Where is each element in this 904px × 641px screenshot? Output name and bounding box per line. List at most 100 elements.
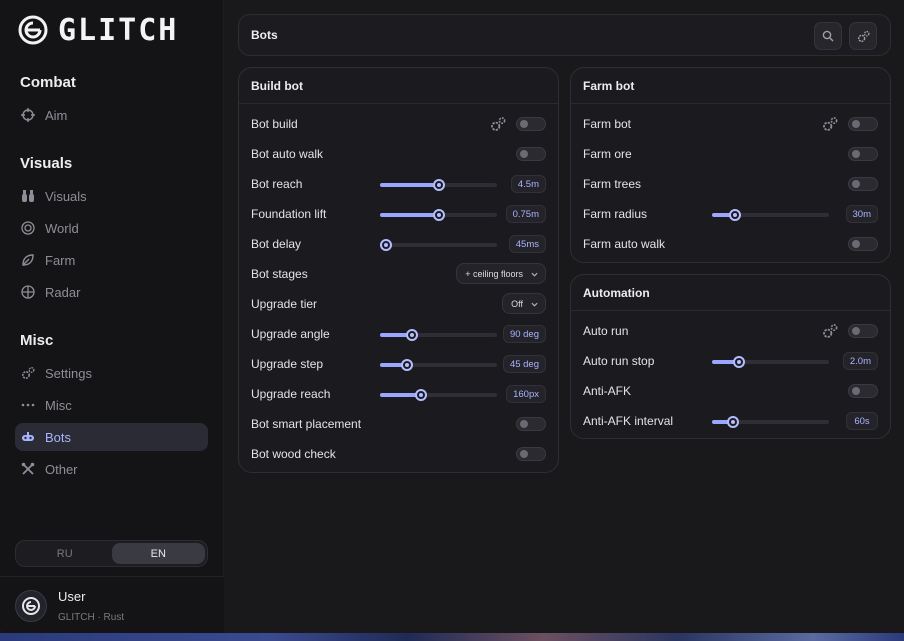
bot-reach-value[interactable]: 4.5m: [510, 175, 546, 193]
sidebar-item-other[interactable]: Other: [15, 455, 208, 483]
avatar[interactable]: [15, 590, 47, 622]
bot-smart-placement-toggle[interactable]: [516, 417, 546, 431]
settings-gear-icon[interactable]: [490, 116, 506, 132]
sidebar-item-radar[interactable]: Radar: [15, 278, 208, 306]
farm-ore-toggle[interactable]: [848, 147, 878, 161]
bot-auto-walk-toggle[interactable]: [516, 147, 546, 161]
anti-afk-interval-slider[interactable]: [712, 416, 829, 428]
setting-row-farm-ore: Farm ore: [583, 143, 878, 165]
slider-handle[interactable]: [414, 389, 427, 401]
gears-icon: [21, 366, 35, 380]
bot-build-toggle[interactable]: [516, 117, 546, 131]
chevron-down-icon: [531, 300, 538, 307]
sidebar-item-visuals[interactable]: Visuals: [15, 182, 208, 210]
radar-icon: [21, 285, 35, 299]
farm-radius-value[interactable]: 30m: [845, 205, 878, 223]
slider-handle[interactable]: [727, 416, 740, 428]
bot-delay-slider[interactable]: [379, 239, 497, 251]
settings-gear-icon[interactable]: [822, 116, 838, 132]
sidebar-item-label: World: [45, 220, 79, 236]
slider-handle[interactable]: [732, 356, 745, 368]
slider-handle[interactable]: [432, 179, 445, 191]
sidebar-item-label: Visuals: [45, 188, 87, 204]
setting-row-bot-wood-check: Bot wood check: [251, 443, 546, 465]
auto-run-toggle[interactable]: [848, 324, 878, 338]
setting-label: Bot reach: [251, 177, 303, 191]
bot-wood-check-toggle[interactable]: [516, 447, 546, 461]
bot-delay-value[interactable]: 45ms: [508, 235, 546, 253]
settings-button[interactable]: [849, 22, 877, 50]
binoculars-icon: [21, 189, 35, 203]
setting-row-anti-afk: Anti-AFK: [583, 380, 878, 402]
sidebar-item-farm[interactable]: Farm: [15, 246, 208, 274]
upgrade-step-value[interactable]: 45 deg: [502, 355, 546, 373]
setting-label: Auto run stop: [583, 354, 655, 368]
slider-handle[interactable]: [405, 329, 418, 341]
slider-handle[interactable]: [400, 359, 413, 371]
logo-icon: [22, 597, 40, 615]
upgrade-reach-value[interactable]: 160px: [506, 385, 546, 403]
sidebar-item-bots[interactable]: Bots: [15, 423, 208, 451]
sidebar-item-aim[interactable]: Aim: [15, 101, 208, 129]
setting-label: Upgrade angle: [251, 327, 330, 341]
user-subtitle: GLITCH · Rust: [58, 612, 125, 623]
upgrade-step-slider[interactable]: [380, 359, 497, 371]
bot-icon: [21, 430, 35, 444]
auto-run-stop-slider[interactable]: [712, 356, 829, 368]
sidebar-item-label: Aim: [45, 107, 68, 123]
setting-label: Auto run: [583, 324, 629, 338]
setting-label: Farm auto walk: [583, 237, 666, 251]
setting-label: Anti-AFK interval: [583, 414, 674, 428]
setting-label: Farm radius: [583, 207, 648, 221]
setting-label: Farm bot: [583, 117, 632, 131]
foundation-lift-slider[interactable]: [380, 209, 497, 221]
sidebar-item-misc[interactable]: Misc: [15, 391, 208, 419]
farm-bot-panel: Farm bot Farm bot Farm ore Farm trees Farm …: [570, 67, 891, 263]
setting-row-bot-stages: Bot stages + ceiling floors: [251, 263, 546, 285]
panel-title: Automation: [571, 275, 890, 311]
language-option-en[interactable]: EN: [111, 543, 205, 564]
farm-trees-toggle[interactable]: [848, 177, 878, 191]
sidebar-item-label: Bots: [45, 429, 72, 445]
setting-row-auto-run-stop: Auto run stop 2.0m: [583, 350, 878, 372]
setting-label: Bot wood check: [251, 447, 336, 461]
sidebar-item-label: Farm: [45, 252, 76, 268]
sidebar-item-label: Misc: [45, 397, 72, 413]
setting-label: Bot auto walk: [251, 147, 324, 161]
slider-fill: [380, 183, 439, 187]
slider-fill: [380, 213, 439, 217]
farm-bot-toggle[interactable]: [848, 117, 878, 131]
sidebar: GLITCH Combat Aim Visuals Visuals World: [0, 0, 224, 634]
logo: GLITCH: [18, 12, 179, 48]
auto-run-stop-value[interactable]: 2.0m: [842, 352, 878, 370]
upgrade-reach-slider[interactable]: [380, 389, 497, 401]
anti-afk-interval-value[interactable]: 60s: [846, 412, 878, 430]
bot-reach-slider[interactable]: [380, 179, 497, 191]
slider-handle[interactable]: [379, 239, 392, 251]
logo-icon: [18, 15, 48, 45]
sidebar-item-settings[interactable]: Settings: [15, 359, 208, 387]
setting-row-bot-delay: Bot delay 45ms: [251, 233, 546, 255]
chevron-down-icon: [531, 270, 538, 277]
setting-label: Bot build: [251, 117, 298, 131]
bot-stages-select[interactable]: + ceiling floors: [456, 263, 546, 284]
upgrade-tier-select[interactable]: Off: [502, 293, 546, 314]
automation-panel: Automation Auto run Auto run stop 2.0m Anti…: [570, 274, 891, 439]
farm-auto-walk-toggle[interactable]: [848, 237, 878, 251]
farm-radius-slider[interactable]: [712, 209, 829, 221]
globe-icon: [21, 221, 35, 235]
upgrade-angle-slider[interactable]: [380, 329, 497, 341]
foundation-lift-value[interactable]: 0.75m: [505, 205, 546, 223]
user-card: User GLITCH · Rust: [0, 576, 224, 634]
search-button[interactable]: [814, 22, 842, 50]
settings-gear-icon[interactable]: [822, 323, 838, 339]
page-title: Bots: [251, 28, 278, 42]
slider-handle[interactable]: [432, 209, 445, 221]
sidebar-item-world[interactable]: World: [15, 214, 208, 242]
anti-afk-toggle[interactable]: [848, 384, 878, 398]
logo-text: GLITCH: [58, 12, 179, 48]
setting-label: Foundation lift: [251, 207, 327, 221]
slider-handle[interactable]: [729, 209, 742, 221]
language-option-ru[interactable]: RU: [18, 543, 112, 564]
upgrade-angle-value[interactable]: 90 deg: [502, 325, 546, 343]
